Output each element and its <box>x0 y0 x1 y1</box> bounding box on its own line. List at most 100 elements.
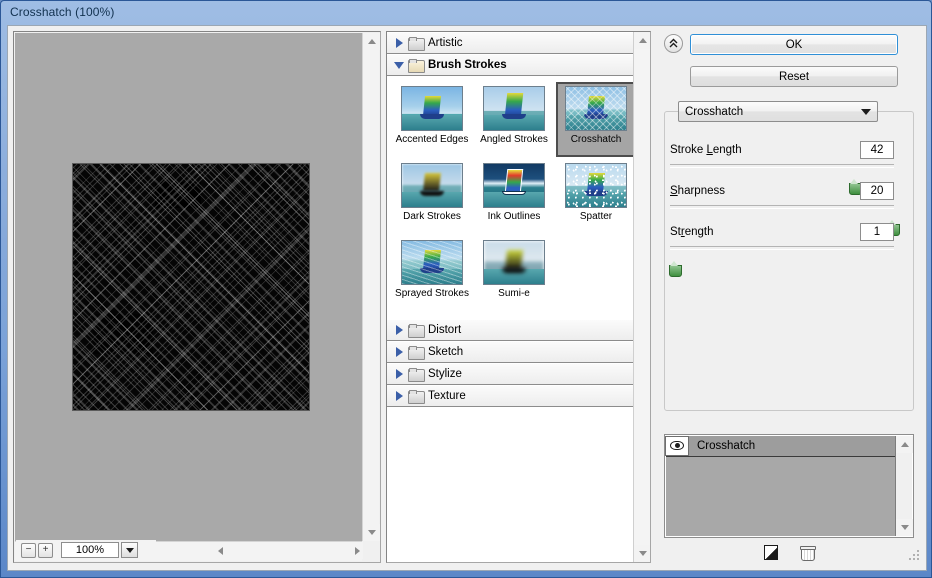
dialog-client-area: − + 100% Artistic Brush Strokes Accented… <box>7 25 927 571</box>
param-slider-track[interactable] <box>670 205 900 236</box>
double-chevron-up-icon[interactable] <box>664 34 683 53</box>
filter-category-list: Artistic Brush Strokes Accented Edges An… <box>386 31 651 563</box>
param-label: Stroke Length <box>670 144 742 156</box>
layers-scroll-down-button[interactable] <box>896 519 913 536</box>
zoom-level-field[interactable]: 100% <box>61 542 119 558</box>
category-row-distort[interactable]: Distort <box>387 319 650 341</box>
param-label: Strength <box>670 226 714 238</box>
filter-label: Crosshatch <box>570 134 622 145</box>
param-slider-thumb[interactable] <box>669 261 683 277</box>
new-effect-layer-icon[interactable] <box>764 544 778 560</box>
effect-layer-row[interactable]: Crosshatch <box>665 435 895 457</box>
filter-label: Sumi-e <box>498 288 530 299</box>
filter-item-sumi-e[interactable]: Sumi-e <box>474 236 554 311</box>
zoom-in-button[interactable]: + <box>38 542 53 558</box>
triangle-right-icon[interactable] <box>393 391 405 401</box>
filter-label: Dark Strokes <box>403 211 461 222</box>
effect-layers-panel: Crosshatch <box>664 434 914 538</box>
layers-scroll-up-button[interactable] <box>896 436 913 453</box>
param-value-field[interactable]: 20 <box>860 182 894 200</box>
filter-thumbnail <box>483 240 545 285</box>
filter-label: Accented Edges <box>395 134 469 145</box>
effect-layer-toolbar <box>664 542 914 562</box>
param-slider-track[interactable] <box>670 164 894 195</box>
gallery-scroll-up-button[interactable] <box>634 32 650 49</box>
category-row-texture[interactable]: Texture <box>387 385 650 407</box>
triangle-up-icon <box>900 442 909 447</box>
minus-icon: − <box>25 544 32 555</box>
category-row-brush-strokes[interactable]: Brush Strokes <box>387 54 650 76</box>
filter-item-dark-strokes[interactable]: Dark Strokes <box>392 159 472 234</box>
filter-item-accented-edges[interactable]: Accented Edges <box>392 82 472 157</box>
filter-item-crosshatch[interactable]: Crosshatch <box>556 82 636 157</box>
triangle-right-icon[interactable] <box>393 38 405 48</box>
triangle-right-icon[interactable] <box>393 369 405 379</box>
folder-open-icon <box>408 59 425 73</box>
zoom-level-dropdown-button[interactable] <box>121 542 138 558</box>
filter-label: Sprayed Strokes <box>395 288 469 299</box>
category-label: Artistic <box>428 37 463 49</box>
filter-item-angled-strokes[interactable]: Angled Strokes <box>474 82 554 157</box>
category-row-artistic[interactable]: Artistic <box>387 32 650 54</box>
filter-label: Ink Outlines <box>487 211 541 222</box>
layers-vertical-scrollbar[interactable] <box>895 436 913 536</box>
filter-thumbnail <box>401 240 463 285</box>
filter-thumbnail <box>483 86 545 131</box>
param-value-field[interactable]: 1 <box>860 223 894 241</box>
preview-canvas[interactable] <box>15 33 362 541</box>
triangle-down-icon <box>367 530 376 535</box>
window-title: Crosshatch (100%) <box>10 5 115 19</box>
gallery-scroll-down-button[interactable] <box>634 545 650 562</box>
filter-select-dropdown[interactable]: Crosshatch <box>678 101 878 122</box>
filter-thumbnail <box>565 86 627 131</box>
folder-closed-icon <box>408 346 425 360</box>
triangle-right-icon[interactable] <box>355 546 360 555</box>
triangle-down-icon <box>900 525 909 530</box>
triangle-down-icon[interactable] <box>393 61 405 69</box>
folder-closed-icon <box>408 324 425 338</box>
filter-item-spatter[interactable]: Spatter <box>556 159 636 234</box>
folder-closed-icon <box>408 37 425 51</box>
filter-thumbnail-grid: Accented Edges Angled Strokes Crosshatch <box>387 76 650 319</box>
triangle-right-icon[interactable] <box>393 325 405 335</box>
param-sharpness: Sharpness 20 <box>670 182 900 236</box>
triangle-right-icon[interactable] <box>393 347 405 357</box>
category-label: Sketch <box>428 346 464 358</box>
filter-thumbnail <box>483 163 545 208</box>
triangle-down-icon <box>638 551 647 556</box>
triangle-up-icon <box>367 39 376 44</box>
reset-button-label: Reset <box>778 70 810 83</box>
param-value-field[interactable]: 42 <box>860 141 894 159</box>
category-label: Texture <box>428 390 466 402</box>
preview-scroll-down-button[interactable] <box>363 524 380 541</box>
crosshatch-texture-layer <box>73 164 309 410</box>
param-stroke-length: Stroke Length 42 <box>670 141 894 195</box>
filter-label: Angled Strokes <box>480 134 548 145</box>
eye-icon[interactable] <box>665 435 689 456</box>
plus-icon: + <box>42 544 49 555</box>
category-label: Distort <box>428 324 462 336</box>
triangle-left-icon[interactable] <box>218 546 223 555</box>
reset-button[interactable]: Reset <box>690 66 898 87</box>
param-label: Sharpness <box>670 185 725 197</box>
category-row-sketch[interactable]: Sketch <box>387 341 650 363</box>
category-row-stylize[interactable]: Stylize <box>387 363 650 385</box>
filter-item-ink-outlines[interactable]: Ink Outlines <box>474 159 554 234</box>
filter-item-sprayed-strokes[interactable]: Sprayed Strokes <box>392 236 472 311</box>
gallery-vertical-scrollbar[interactable] <box>633 32 650 562</box>
ok-button[interactable]: OK <box>690 34 898 55</box>
triangle-up-icon <box>638 38 647 43</box>
zoom-out-button[interactable]: − <box>21 542 36 558</box>
preview-scroll-up-button[interactable] <box>363 33 380 50</box>
filter-select-value: Crosshatch <box>685 105 744 118</box>
filter-label: Spatter <box>579 211 613 222</box>
category-label: Stylize <box>428 368 462 380</box>
param-slider-track[interactable] <box>669 246 894 277</box>
window-titlebar: Crosshatch (100%) <box>1 1 931 23</box>
preview-vertical-scrollbar[interactable] <box>362 33 380 541</box>
trash-icon[interactable] <box>800 545 816 561</box>
resize-grip[interactable] <box>908 549 920 561</box>
preview-horizontal-scrollbar[interactable] <box>215 542 363 559</box>
effect-layer-name: Crosshatch <box>697 440 756 452</box>
preview-zoom-toolbar: − + 100% <box>16 540 156 560</box>
